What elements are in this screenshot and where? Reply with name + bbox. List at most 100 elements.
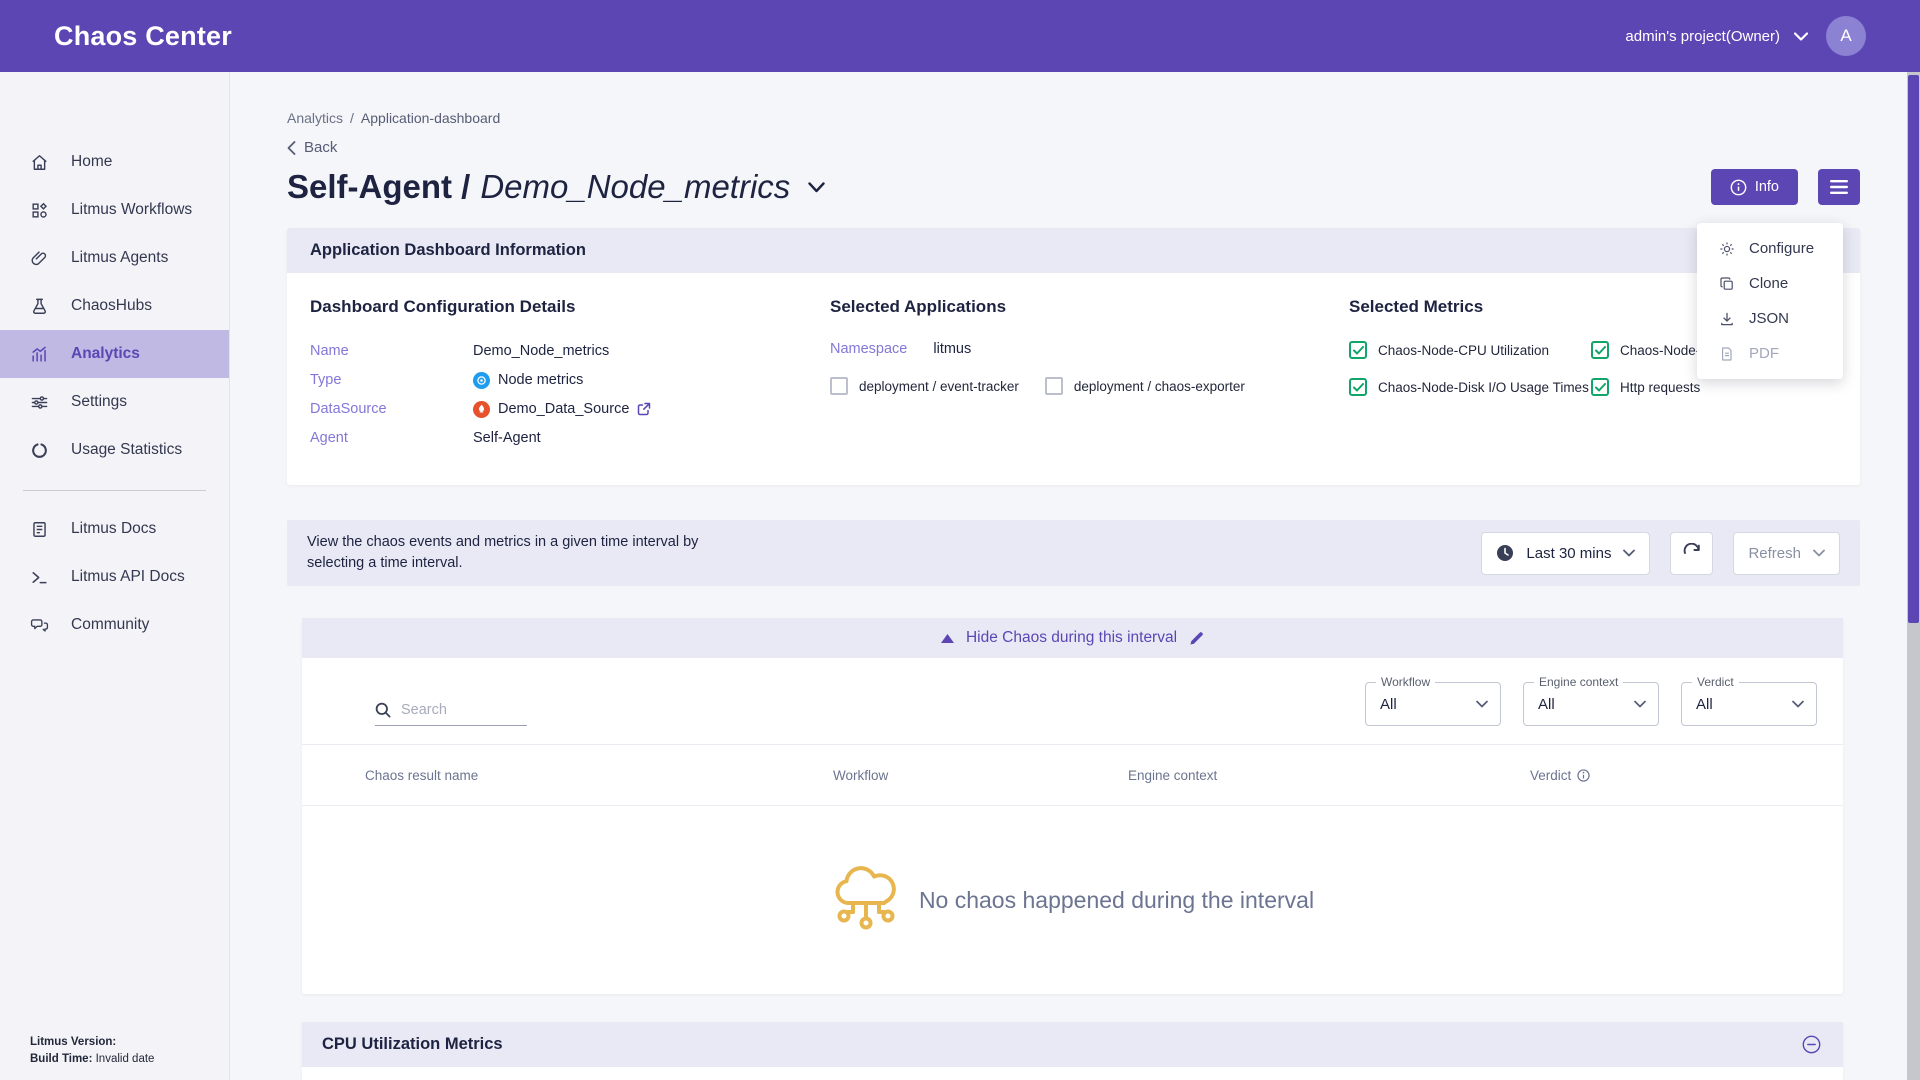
workflow-filter-select[interactable]: Workflow All xyxy=(1365,682,1501,726)
checkbox-cpu-utilization[interactable]: Chaos-Node-CPU Utilization xyxy=(1349,341,1591,359)
checkbox-checked-icon xyxy=(1591,378,1609,396)
scrollbar-thumb[interactable] xyxy=(1908,75,1919,623)
menu-item-configure[interactable]: Configure xyxy=(1697,231,1843,266)
breadcrumb-application-dashboard[interactable]: Application-dashboard xyxy=(361,110,500,126)
project-name: admin's project(Owner) xyxy=(1625,28,1780,45)
sidebar-item-litmus-api-docs[interactable]: Litmus API Docs xyxy=(0,553,229,601)
copy-icon xyxy=(1719,276,1735,292)
sidebar-item-chaoshubs[interactable]: ChaosHubs xyxy=(0,282,229,330)
edit-pencil-icon[interactable] xyxy=(1189,631,1204,646)
selected-applications: Selected Applications Namespace litmus d… xyxy=(830,297,1349,457)
dashboard-info-title: Application Dashboard Information xyxy=(287,228,1860,273)
config-row-agent: Agent Self-Agent xyxy=(310,428,830,448)
sidebar-item-litmus-agents[interactable]: Litmus Agents xyxy=(0,234,229,282)
terminal-icon xyxy=(30,568,49,587)
main-content: Analytics/Application-dashboard Back Sel… xyxy=(230,72,1920,1080)
menu-item-json[interactable]: JSON xyxy=(1697,301,1843,336)
top-bar: Chaos Center admin's project(Owner) A xyxy=(0,0,1920,72)
collapse-panel-button[interactable] xyxy=(1802,1035,1821,1054)
breadcrumb: Analytics/Application-dashboard xyxy=(287,110,1860,126)
dashboard-name: Demo_Node_metrics xyxy=(480,168,790,206)
menu-item-pdf[interactable]: PDF xyxy=(1697,336,1843,371)
checkbox-unchecked-icon xyxy=(830,377,848,395)
chaos-events-card: Hide Chaos during this interval Workflow… xyxy=(302,618,1843,994)
hide-chaos-toggle[interactable]: Hide Chaos during this interval xyxy=(302,618,1843,658)
flask-icon xyxy=(30,297,49,316)
file-icon xyxy=(1719,346,1735,362)
external-link-icon[interactable] xyxy=(637,402,651,416)
app-title: Chaos Center xyxy=(54,21,232,52)
sidebar-item-community[interactable]: Community xyxy=(0,601,229,649)
config-row-name: Name Demo_Node_metrics xyxy=(310,341,830,361)
sidebar-item-settings[interactable]: Settings xyxy=(0,378,229,426)
page-title: Self-Agent / Demo_Node_metrics xyxy=(287,168,790,206)
info-icon xyxy=(1730,179,1747,196)
download-icon xyxy=(1719,311,1735,327)
namespace-label: Namespace xyxy=(830,341,907,357)
dashboard-configuration-details: Dashboard Configuration Details Name Dem… xyxy=(310,297,830,457)
refresh-interval-select[interactable]: Refresh xyxy=(1733,532,1840,575)
chat-bubbles-icon xyxy=(30,616,49,635)
cpu-panel-title: CPU Utilization Metrics xyxy=(322,1035,503,1054)
chevron-down-icon xyxy=(1792,700,1804,708)
prometheus-icon xyxy=(473,401,490,418)
checkbox-event-tracker[interactable]: deployment / event-tracker xyxy=(830,377,1019,395)
hamburger-icon xyxy=(1830,180,1848,194)
checkbox-http-requests[interactable]: Http requests xyxy=(1591,378,1837,396)
sidebar-item-usage-statistics[interactable]: Usage Statistics xyxy=(0,426,229,474)
gear-icon xyxy=(1719,241,1735,257)
checkbox-checked-icon xyxy=(1591,341,1609,359)
breadcrumb-analytics[interactable]: Analytics xyxy=(287,110,343,126)
sidebar-item-litmus-workflows[interactable]: Litmus Workflows xyxy=(0,186,229,234)
checkbox-checked-icon xyxy=(1349,378,1367,396)
engine-context-filter-select[interactable]: Engine context All xyxy=(1523,682,1659,726)
search-field[interactable] xyxy=(375,702,527,726)
avatar[interactable]: A xyxy=(1826,16,1866,56)
checkbox-chaos-exporter[interactable]: deployment / chaos-exporter xyxy=(1045,377,1245,395)
sidebar-item-analytics[interactable]: Analytics xyxy=(0,330,229,378)
refresh-icon xyxy=(1682,543,1702,563)
column-chaos-result-name: Chaos result name xyxy=(365,768,833,783)
chevron-left-icon xyxy=(287,141,296,155)
sidebar-divider xyxy=(23,490,206,491)
usage-circle-icon xyxy=(30,441,49,460)
info-button[interactable]: Info xyxy=(1711,169,1798,205)
table-header-row: Chaos result name Workflow Engine contex… xyxy=(302,744,1843,806)
checkbox-checked-icon xyxy=(1349,341,1367,359)
project-selector[interactable]: admin's project(Owner) xyxy=(1625,28,1808,45)
search-input[interactable] xyxy=(401,702,511,718)
page-scrollbar[interactable] xyxy=(1907,72,1920,1080)
clock-icon xyxy=(1496,544,1514,562)
chevron-down-icon xyxy=(1813,549,1825,557)
empty-state: No chaos happened during the interval xyxy=(302,806,1843,994)
chevron-down-icon xyxy=(1476,700,1488,708)
namespace-value: litmus xyxy=(933,341,971,357)
cpu-utilization-panel: CPU Utilization Metrics xyxy=(302,1022,1843,1080)
sidebar: Home Litmus Workflows Litmus Agents Chao… xyxy=(0,72,230,1080)
checkbox-disk-io-times[interactable]: Chaos-Node-Disk I/O Usage Times xyxy=(1349,378,1591,396)
chevron-down-icon xyxy=(1634,700,1646,708)
node-metrics-icon xyxy=(473,372,490,389)
minus-circle-icon xyxy=(1802,1035,1821,1054)
time-range-select[interactable]: Last 30 mins xyxy=(1481,532,1650,575)
bar-chart-icon xyxy=(30,345,49,364)
sliders-icon xyxy=(30,393,49,412)
verdict-filter-select[interactable]: Verdict All xyxy=(1681,682,1817,726)
sidebar-item-home[interactable]: Home xyxy=(0,138,229,186)
dashboard-options-button[interactable] xyxy=(1818,169,1860,205)
config-row-type: Type Node metrics xyxy=(310,370,830,390)
document-icon xyxy=(30,520,49,539)
refresh-now-button[interactable] xyxy=(1670,532,1713,575)
sidebar-item-litmus-docs[interactable]: Litmus Docs xyxy=(0,505,229,553)
dashboard-options-menu: Configure Clone JSON PDF xyxy=(1697,223,1843,379)
menu-item-clone[interactable]: Clone xyxy=(1697,266,1843,301)
triangle-up-icon xyxy=(941,634,954,643)
empty-message: No chaos happened during the interval xyxy=(919,887,1314,914)
dashboard-switch-chevron-icon[interactable] xyxy=(808,182,825,193)
back-button[interactable]: Back xyxy=(287,139,1860,156)
home-icon xyxy=(30,153,49,172)
info-circle-icon[interactable] xyxy=(1577,769,1590,782)
cloud-network-icon xyxy=(831,863,901,937)
agent-name: Self-Agent / xyxy=(287,168,470,206)
workflows-icon xyxy=(30,201,49,220)
